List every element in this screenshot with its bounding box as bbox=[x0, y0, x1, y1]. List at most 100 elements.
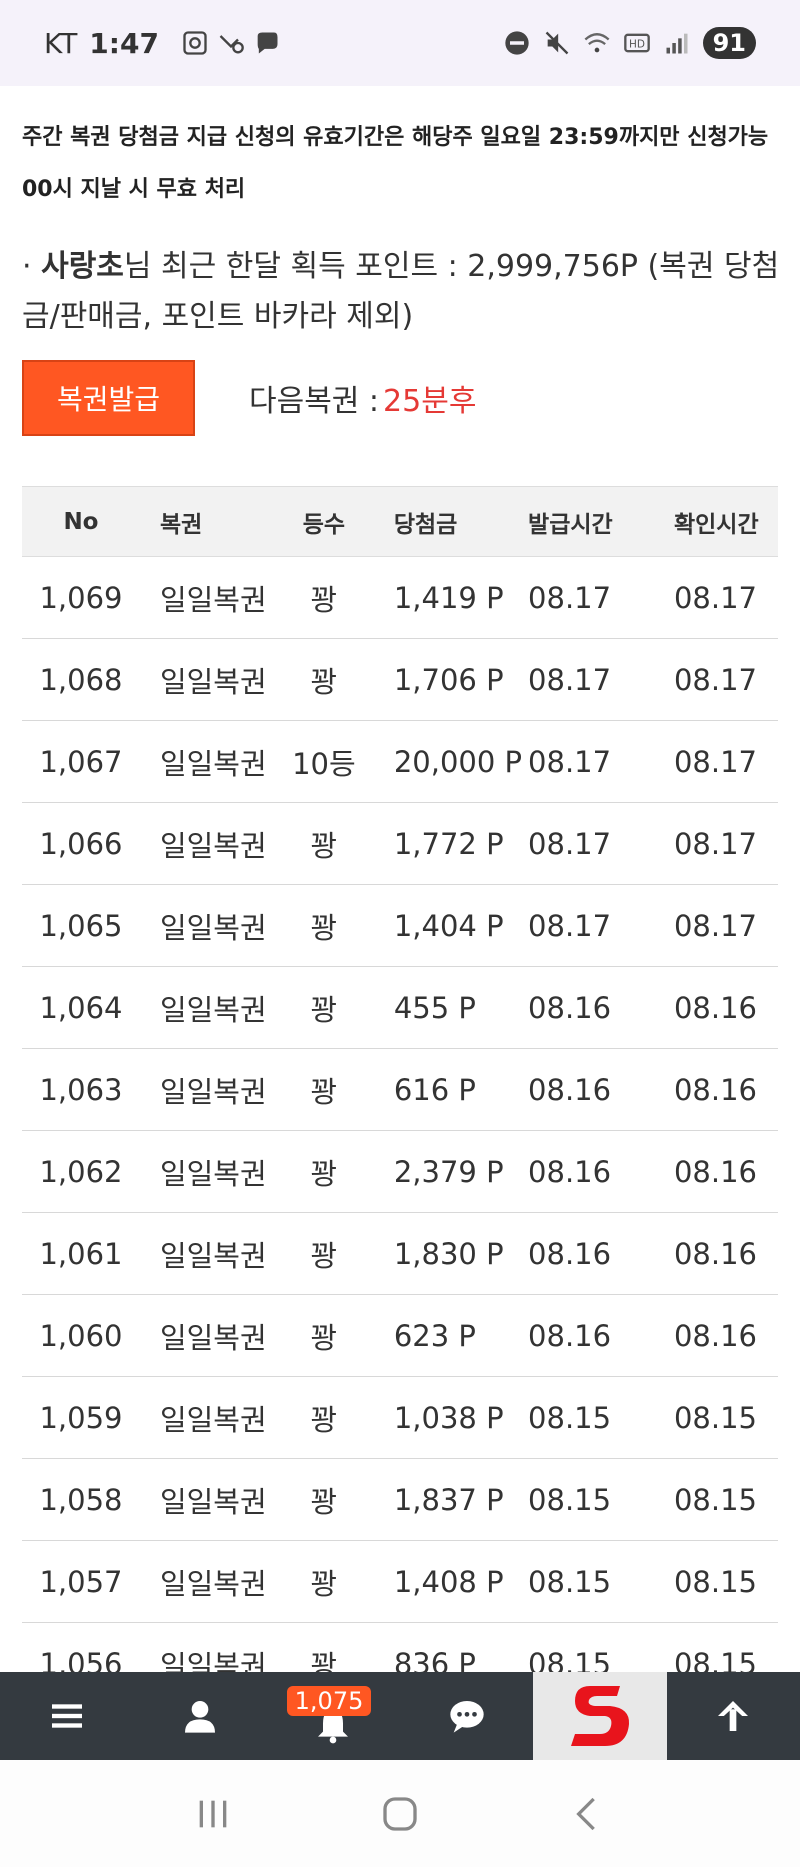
cell-ticket: 일일복권 bbox=[139, 556, 278, 639]
cell-prize: 1,772 P bbox=[369, 802, 523, 885]
cell-no: 1,057 bbox=[22, 1540, 140, 1623]
cell-prize: 623 P bbox=[369, 1294, 523, 1377]
notification-icons bbox=[181, 29, 281, 57]
menu-icon bbox=[51, 1704, 82, 1728]
cell-issue-time: 08.15 bbox=[522, 1376, 650, 1459]
cell-prize: 1,837 P bbox=[369, 1458, 523, 1541]
arrow-up-icon bbox=[718, 1701, 749, 1731]
cell-rank: 꽝 bbox=[277, 1458, 370, 1541]
cell-check-time: 08.15 bbox=[649, 1458, 778, 1541]
nav-chat[interactable] bbox=[400, 1672, 533, 1760]
nav-menu[interactable] bbox=[0, 1672, 133, 1760]
missed-call-icon bbox=[219, 35, 244, 54]
header-ticket: 복권 bbox=[139, 486, 278, 557]
cell-issue-time: 08.15 bbox=[522, 1540, 650, 1623]
nav-home-logo[interactable] bbox=[533, 1672, 667, 1760]
cell-prize: 455 P bbox=[369, 966, 523, 1049]
table-row: 1,060 일일복권 꽝 623 P 08.16 08.16 bbox=[22, 1294, 778, 1377]
cell-ticket: 일일복권 bbox=[139, 1130, 278, 1213]
cell-rank: 10등 bbox=[277, 720, 370, 803]
cell-issue-time: 08.17 bbox=[522, 556, 650, 639]
cell-prize: 1,706 P bbox=[369, 638, 523, 721]
cell-prize: 1,038 P bbox=[369, 1376, 523, 1459]
cell-rank: 꽝 bbox=[277, 1376, 370, 1459]
cell-issue-time: 08.16 bbox=[522, 1130, 650, 1213]
cell-rank: 꽝 bbox=[277, 1212, 370, 1295]
cell-ticket: 일일복권 bbox=[139, 1048, 278, 1131]
cell-prize: 2,379 P bbox=[369, 1130, 523, 1213]
bottom-nav: 1,075 bbox=[0, 1672, 800, 1760]
nav-scroll-top[interactable] bbox=[667, 1672, 800, 1760]
cell-rank: 꽝 bbox=[277, 802, 370, 885]
cell-rank: 꽝 bbox=[277, 1294, 370, 1377]
mute-icon bbox=[545, 31, 568, 55]
cell-ticket: 일일복권 bbox=[139, 720, 278, 803]
cell-ticket: 일일복권 bbox=[139, 1458, 278, 1541]
carrier-label: KT bbox=[44, 26, 78, 60]
cell-issue-time: 08.16 bbox=[522, 1294, 650, 1377]
home-icon[interactable] bbox=[380, 1794, 420, 1834]
cell-prize: 20,000 P bbox=[369, 720, 523, 803]
cell-check-time: 08.17 bbox=[649, 802, 778, 885]
cell-rank: 꽝 bbox=[277, 1048, 370, 1131]
wifi-icon bbox=[584, 33, 610, 53]
cell-issue-time: 08.17 bbox=[522, 802, 650, 885]
cell-check-time: 08.15 bbox=[649, 1540, 778, 1623]
cell-check-time: 08.16 bbox=[649, 1212, 778, 1295]
cell-prize: 1,404 P bbox=[369, 884, 523, 967]
battery-indicator: 91 bbox=[702, 27, 756, 59]
table-row: 1,065 일일복권 꽝 1,404 P 08.17 08.17 bbox=[22, 884, 778, 967]
table-row: 1,068 일일복권 꽝 1,706 P 08.17 08.17 bbox=[22, 638, 778, 721]
chat-bubble-icon bbox=[257, 32, 278, 54]
cell-no: 1,064 bbox=[22, 966, 140, 1049]
status-bar: KT 1:47 HD 91 bbox=[0, 0, 800, 86]
cell-check-time: 08.16 bbox=[649, 966, 778, 1049]
cell-check-time: 08.16 bbox=[649, 1048, 778, 1131]
chat-icon bbox=[449, 1701, 484, 1733]
next-ticket-value: 25분후 bbox=[383, 384, 477, 419]
hd-icon: HD bbox=[623, 33, 650, 53]
cell-ticket: 일일복권 bbox=[139, 1294, 278, 1377]
cell-issue-time: 08.16 bbox=[522, 1212, 650, 1295]
issue-ticket-button[interactable]: 복권발급 bbox=[22, 360, 195, 436]
header-no: No bbox=[22, 486, 140, 557]
cell-no: 1,059 bbox=[22, 1376, 140, 1459]
s-logo-icon bbox=[570, 1686, 630, 1746]
cell-rank: 꽝 bbox=[277, 1540, 370, 1623]
cell-prize: 616 P bbox=[369, 1048, 523, 1131]
cell-no: 1,062 bbox=[22, 1130, 140, 1213]
status-right: HD 91 bbox=[503, 27, 756, 59]
table-row: 1,059 일일복권 꽝 1,038 P 08.15 08.15 bbox=[22, 1376, 778, 1459]
cell-ticket: 일일복권 bbox=[139, 1212, 278, 1295]
ticket-table: No 복권 등수 당첨금 발급시간 확인시간 1,069 일일복권 꽝 1,419 P… bbox=[22, 486, 778, 1705]
recent-apps-icon[interactable] bbox=[193, 1794, 233, 1834]
cell-no: 1,061 bbox=[22, 1212, 140, 1295]
table-row: 1,062 일일복권 꽝 2,379 P 08.16 08.16 bbox=[22, 1130, 778, 1213]
cell-no: 1,069 bbox=[22, 556, 140, 639]
cell-issue-time: 08.17 bbox=[522, 638, 650, 721]
cell-ticket: 일일복권 bbox=[139, 966, 278, 1049]
nav-profile[interactable] bbox=[133, 1672, 266, 1760]
cell-ticket: 일일복권 bbox=[139, 884, 278, 967]
cell-check-time: 08.15 bbox=[649, 1376, 778, 1459]
next-ticket-label: 다음복권 : bbox=[249, 384, 380, 419]
nav-notifications[interactable]: 1,075 bbox=[267, 1672, 400, 1760]
back-icon[interactable] bbox=[567, 1794, 607, 1834]
cell-issue-time: 08.16 bbox=[522, 966, 650, 1049]
cell-check-time: 08.16 bbox=[649, 1130, 778, 1213]
issue-row: 복권발급 다음복권 : 25분후 bbox=[22, 360, 476, 436]
cell-no: 1,060 bbox=[22, 1294, 140, 1377]
table-row: 1,064 일일복권 꽝 455 P 08.16 08.16 bbox=[22, 966, 778, 1049]
svg-text:HD: HD bbox=[629, 39, 645, 51]
table-header: No 복권 등수 당첨금 발급시간 확인시간 bbox=[22, 486, 778, 557]
cell-ticket: 일일복권 bbox=[139, 1540, 278, 1623]
table-row: 1,063 일일복권 꽝 616 P 08.16 08.16 bbox=[22, 1048, 778, 1131]
cell-no: 1,067 bbox=[22, 720, 140, 803]
dnd-icon bbox=[504, 31, 529, 55]
header-check-time: 확인시간 bbox=[649, 486, 778, 557]
table-row: 1,057 일일복권 꽝 1,408 P 08.15 08.15 bbox=[22, 1540, 778, 1623]
points-text: 님 최근 한달 획득 포인트 : 2,999,756P (복권 당첨금/판매금,… bbox=[22, 249, 780, 334]
cell-no: 1,068 bbox=[22, 638, 140, 721]
header-issue-time: 발급시간 bbox=[522, 486, 650, 557]
signal-icon bbox=[666, 33, 688, 54]
